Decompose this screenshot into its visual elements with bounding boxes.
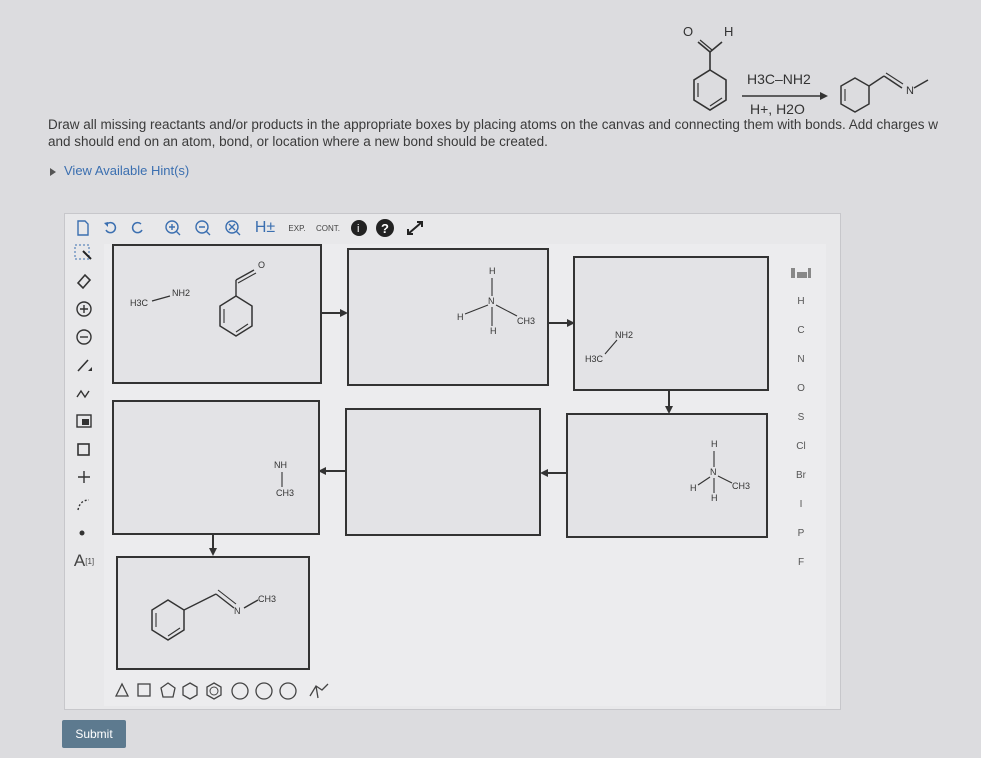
heptagon-ring-icon[interactable] <box>231 682 249 700</box>
element-o[interactable]: O <box>786 383 816 394</box>
box-tool-icon[interactable] <box>72 438 96 460</box>
fullscreen-icon[interactable] <box>404 215 426 241</box>
cyclohexane-chair-icon[interactable] <box>279 682 297 700</box>
negative-charge-icon[interactable] <box>72 326 96 348</box>
b2-bonds <box>464 278 518 326</box>
template-icon[interactable] <box>72 410 96 432</box>
element-p[interactable]: P <box>786 528 816 539</box>
intermediate-box-4[interactable]: H H H N CH3 <box>566 413 768 538</box>
scheme-aldehyde-h: H <box>724 24 733 39</box>
intermediate-box-2[interactable]: H H H N CH3 <box>347 248 549 386</box>
benzene-ring-icon[interactable] <box>206 682 222 700</box>
scheme-aldehyde-o: O <box>683 24 693 39</box>
scheme-reagent-top: H3C–NH2 <box>747 71 811 87</box>
instructions-line2: and should end on an atom, bond, or loca… <box>48 134 548 149</box>
arrow-6 <box>209 535 217 556</box>
eraser-icon[interactable] <box>72 270 96 292</box>
scheme-reagent-bottom: H+, H2O <box>750 101 805 117</box>
triangle-ring-icon[interactable] <box>114 682 130 697</box>
atom-label-tool[interactable]: A [1] <box>72 550 96 572</box>
contract-button[interactable]: CONT. <box>314 215 342 241</box>
curved-arrow-icon[interactable] <box>72 494 96 516</box>
expand-triangle-icon <box>50 167 56 176</box>
element-h[interactable]: H <box>786 296 816 307</box>
svg-text:?: ? <box>381 221 389 236</box>
ring-templates-bar <box>108 678 348 702</box>
b7-ch3: CH3 <box>258 594 277 604</box>
lone-pair-icon[interactable] <box>72 522 96 544</box>
b3-bonds <box>604 339 618 355</box>
editor-toolbar: H± EXP. CONT. i ? <box>66 215 836 243</box>
hexagon-ring-icon[interactable] <box>182 682 198 700</box>
reaction-scheme: O H H3C–NH2 H+, H2O N <box>683 24 929 117</box>
instructions-line1: Draw all missing reactants and/or produc… <box>48 117 939 132</box>
product-imine <box>151 589 259 641</box>
element-f[interactable]: F <box>786 557 816 568</box>
intermediate-box-3[interactable]: H3C NH2 <box>573 256 769 391</box>
submit-button[interactable]: Submit <box>62 720 126 748</box>
element-n[interactable]: N <box>786 354 816 365</box>
left-toolbar: A [1] <box>64 238 104 598</box>
octagon-ring-icon[interactable] <box>255 682 273 700</box>
view-hints-link[interactable]: View Available Hint(s) <box>50 163 189 178</box>
arrow-1 <box>322 309 348 317</box>
clear-icon[interactable] <box>222 215 244 241</box>
b1-benzaldehyde <box>151 269 257 337</box>
b4-bonds <box>697 451 733 493</box>
chain-tool-icon[interactable] <box>72 382 96 404</box>
instructions: Draw all missing reactants and/or produc… <box>48 116 981 150</box>
single-bond-icon[interactable] <box>72 354 96 376</box>
arrow-2 <box>549 319 575 327</box>
element-s[interactable]: S <box>786 412 816 423</box>
element-c[interactable]: C <box>786 325 816 336</box>
zoom-in-icon[interactable] <box>162 215 184 241</box>
intermediate-box-6[interactable]: NH CH3 <box>112 400 320 535</box>
help-icon[interactable]: ? <box>374 215 396 241</box>
element-i[interactable]: I <box>786 499 816 510</box>
reactant-box-1[interactable]: H3C NH2 O <box>112 244 322 384</box>
arrow-3 <box>665 391 673 414</box>
arrow-4 <box>540 469 566 477</box>
element-br[interactable]: Br <box>786 470 816 481</box>
arrow-5 <box>318 467 346 475</box>
chair-conformation-icon[interactable] <box>309 683 329 699</box>
product-box[interactable]: N CH3 <box>116 556 310 670</box>
info-icon[interactable]: i <box>348 215 370 241</box>
b1-o: O <box>258 260 266 270</box>
scheme-product-n: N <box>906 85 914 97</box>
reaction-arrow-icon[interactable] <box>72 466 96 488</box>
intermediate-box-5-empty[interactable] <box>345 408 541 536</box>
periodic-table-icon[interactable] <box>786 266 816 283</box>
element-palette: H C N O S Cl Br I P F <box>786 256 816 586</box>
b6-bonds <box>281 472 283 487</box>
selection-tool-icon[interactable] <box>72 242 96 264</box>
element-cl[interactable]: Cl <box>786 441 816 452</box>
redo-icon[interactable] <box>126 215 148 241</box>
b7-n: N <box>234 606 241 616</box>
square-ring-icon[interactable] <box>137 683 151 697</box>
svg-text:i: i <box>357 223 359 235</box>
pentagon-ring-icon[interactable] <box>160 682 176 698</box>
explicit-hydrogens-button[interactable]: H± <box>252 215 278 241</box>
zoom-out-icon[interactable] <box>192 215 214 241</box>
positive-charge-icon[interactable] <box>72 298 96 320</box>
expand-button[interactable]: EXP. <box>284 215 310 241</box>
